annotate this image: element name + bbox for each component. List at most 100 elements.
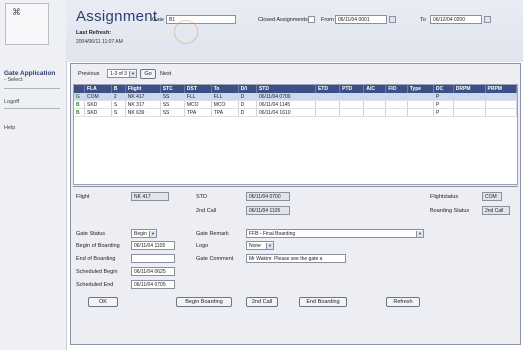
column-header-di[interactable]: D/I <box>238 85 257 93</box>
cell-to: FLL <box>211 93 239 101</box>
column-header-fio[interactable]: FIO <box>385 85 408 93</box>
to-date-input[interactable]: 06/12/04 0200 <box>430 15 482 24</box>
begin-boarding-label: Begin of Boarding <box>76 243 120 249</box>
column-header-select <box>74 85 85 93</box>
end-boarding-button[interactable]: End Boarding <box>299 297 347 307</box>
cell-type <box>407 93 435 101</box>
cell-std: 06/11/04 0700 <box>256 93 316 101</box>
column-header-to[interactable]: To <box>211 85 239 93</box>
cell-flight: NK 417 <box>125 93 161 101</box>
column-header-ac[interactable]: A/C <box>363 85 387 93</box>
second-call-field: 06/11/04 1105 <box>246 206 290 215</box>
gate-remark-value: FFB - Final Boarding <box>249 231 296 237</box>
column-header-type[interactable]: Type <box>407 85 435 93</box>
cell-dc: P <box>433 100 454 109</box>
refresh-button[interactable]: Refresh <box>386 297 420 307</box>
cell-etd <box>315 108 341 117</box>
cell-fla: SKD <box>84 100 112 109</box>
logo-icon: ⌘ <box>12 7 21 17</box>
previous-link[interactable]: Previous <box>78 71 99 77</box>
cell-drpm <box>453 108 486 117</box>
app-logo: ⌘ <box>5 3 49 45</box>
flight-label: Flight <box>76 194 90 200</box>
sidebar-item-logoff[interactable]: Logoff <box>4 99 19 105</box>
cell-flight: NK 639 <box>125 108 161 117</box>
last-refresh-value: 2004/06/11 11:07 AM <box>76 39 123 45</box>
gate-status-value: Begin <box>134 231 147 237</box>
std-label: STD <box>196 194 207 200</box>
column-header-b[interactable]: B <box>111 85 126 93</box>
section-divider <box>73 186 518 187</box>
cell-type <box>407 108 435 117</box>
cell-etd <box>315 100 341 109</box>
column-header-stc[interactable]: STC <box>160 85 185 93</box>
cell-dst: MCO <box>184 100 212 109</box>
scheduled-begin-input[interactable]: 06/11/04 0625 <box>131 267 175 276</box>
logo-label: Logo <box>196 243 209 249</box>
column-header-etd[interactable]: ETD <box>315 85 341 93</box>
page-select[interactable]: 1-3 of 3 ▼ <box>107 69 137 78</box>
begin-boarding-button[interactable]: Begin Boarding <box>176 297 232 307</box>
column-header-dst[interactable]: DST <box>184 85 212 93</box>
end-boarding-input[interactable] <box>131 254 175 263</box>
row-flag-icon[interactable]: B <box>74 100 85 109</box>
cell-std: 06/11/04 1145 <box>256 100 316 109</box>
second-call-button[interactable]: 2nd Call <box>246 297 278 307</box>
cell-di: D <box>238 93 257 101</box>
closed-assignments-checkbox[interactable] <box>308 16 315 23</box>
from-calendar-icon[interactable] <box>389 16 396 23</box>
gate-remark-select[interactable]: FFB - Final Boarding ▼ <box>246 229 424 238</box>
column-header-std[interactable]: STD <box>256 85 316 93</box>
sidebar-divider <box>4 88 60 89</box>
column-header-flight[interactable]: Flight <box>125 85 161 93</box>
gate-status-select[interactable]: Begin ▼ <box>131 229 157 238</box>
table-header-row: FLA B Flight STC DST To D/I STD ETD PTD … <box>74 85 518 93</box>
begin-boarding-input[interactable]: 06/11/04 1105 <box>131 241 175 250</box>
table-row[interactable]: B SKD S NK 317 SS MCO MCO D 06/11/04 114… <box>74 100 518 109</box>
table-row[interactable]: G COM 2 NK 417 SS FLL FLL D 06/11/04 070… <box>74 93 518 101</box>
chevron-down-icon: ▼ <box>416 231 423 237</box>
cell-ac <box>363 100 387 109</box>
cell-prpm <box>485 108 518 117</box>
sidebar-item-help[interactable]: Help <box>4 125 15 131</box>
cell-to: TPA <box>211 108 239 117</box>
scheduled-begin-label: Scheduled Begin <box>76 269 118 275</box>
cell-ac <box>363 108 387 117</box>
go-button[interactable]: Go <box>140 69 156 79</box>
second-call-label: 2nd Call <box>196 208 217 214</box>
next-link[interactable]: Next <box>160 71 171 77</box>
cell-b: S <box>111 100 126 109</box>
scheduled-end-label: Scheduled End <box>76 282 114 288</box>
column-header-fla[interactable]: FLA <box>84 85 112 93</box>
table-row[interactable]: B SKD S NK 639 SS TPA TPA D 06/11/04 161… <box>74 108 518 117</box>
cell-dc: P <box>433 93 454 101</box>
sidebar-item-gate-application[interactable]: Gate Application <box>4 70 55 77</box>
from-date-input[interactable]: 06/11/04 0001 <box>335 15 387 24</box>
cell-stc: SS <box>160 93 185 101</box>
column-header-prpm[interactable]: PRPM <box>485 85 518 93</box>
cell-std: 06/11/04 1610 <box>256 108 316 117</box>
cell-drpm <box>453 93 486 101</box>
page-title: Assignment <box>76 8 158 25</box>
to-calendar-icon[interactable] <box>484 16 491 23</box>
ok-button[interactable]: OK <box>88 297 118 307</box>
cell-type <box>407 100 435 109</box>
cell-b: 2 <box>111 93 126 101</box>
gate-status-label: Gate Status <box>76 231 106 237</box>
boarding-status-label: Boarding Status <box>430 208 470 214</box>
cell-ac <box>363 93 387 101</box>
row-flag-icon[interactable]: B <box>74 108 85 117</box>
sidebar-item-select[interactable]: - Select <box>4 77 23 83</box>
row-flag-icon[interactable]: G <box>74 93 85 101</box>
cell-fio <box>385 108 408 117</box>
cell-drpm <box>453 100 486 109</box>
gate-comment-input[interactable]: Mr Wakim: Please see the gate a <box>246 254 346 263</box>
column-header-ptd[interactable]: PTD <box>339 85 365 93</box>
cell-fio <box>385 93 408 101</box>
logo-select[interactable]: None ▼ <box>246 241 274 250</box>
column-header-dc[interactable]: DC <box>433 85 454 93</box>
scheduled-end-input[interactable]: 06/11/04 0705 <box>131 280 175 289</box>
cell-flight: NK 317 <box>125 100 161 109</box>
chevron-down-icon: ▼ <box>149 231 156 237</box>
column-header-drpm[interactable]: DRPM <box>453 85 486 93</box>
